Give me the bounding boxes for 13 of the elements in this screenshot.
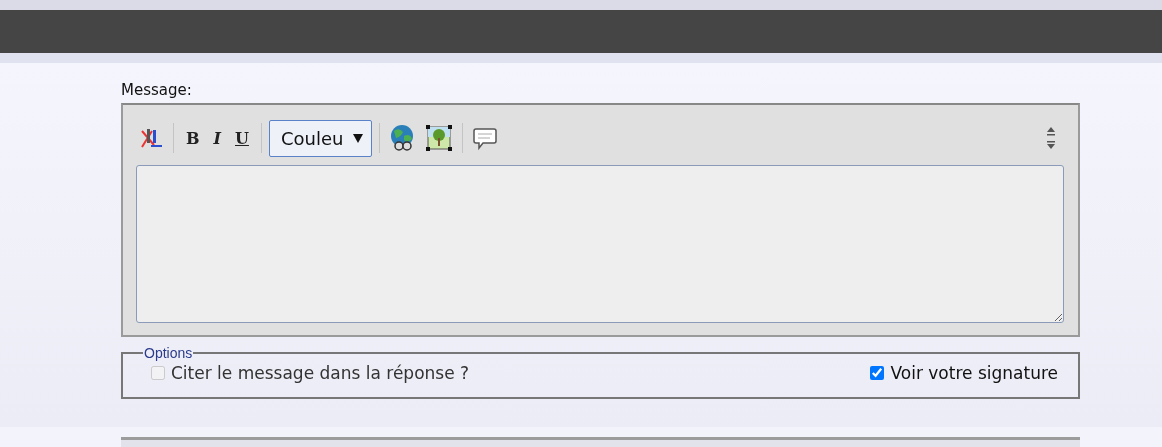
color-select[interactable]: Couleu (268, 119, 373, 157)
message-input[interactable] (136, 165, 1064, 323)
option-text: Citer le message dans la réponse ? (171, 363, 470, 383)
option-text: Voir votre signature (890, 363, 1058, 383)
dropdown-caret-icon (353, 133, 364, 143)
underline-button[interactable]: U (230, 128, 254, 148)
speech-bubble-icon (472, 125, 499, 151)
options-legend: Options (143, 345, 194, 361)
italic-button[interactable]: I (208, 128, 226, 148)
checkbox[interactable] (870, 366, 885, 380)
image-icon (425, 124, 454, 152)
message-label: Message: (121, 81, 193, 101)
bold-button[interactable]: B (181, 128, 205, 148)
